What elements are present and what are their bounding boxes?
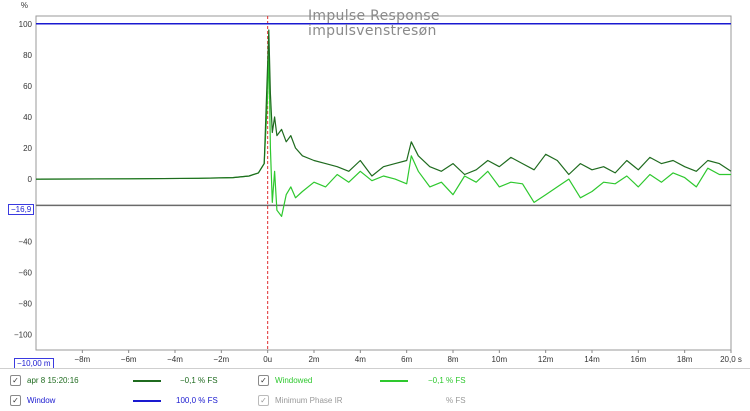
legend-swatch-window: [133, 400, 161, 402]
x-tick-label: −4m: [167, 355, 183, 364]
y-tick-label: −80: [18, 299, 32, 308]
legend-label: apr 8 15:20:16: [27, 375, 79, 385]
legend-panel: ✓ apr 8 15:20:16 −0,1 % FS ✓ Windowed −0…: [0, 368, 750, 411]
y-tick-label: −40: [18, 237, 32, 246]
chart-subtitle: impulsvenstresøn: [308, 23, 437, 39]
x-tick-label: −8m: [74, 355, 90, 364]
checkbox[interactable]: ✓: [258, 374, 269, 386]
x-tick-label: 2m: [308, 355, 319, 364]
x-tick-label: −6m: [121, 355, 137, 364]
x-tick-label: 6m: [401, 355, 412, 364]
x-tick-label: 14m: [584, 355, 600, 364]
cursor-y-readout: −16,9: [8, 204, 35, 215]
legend-value: % FS: [446, 396, 466, 405]
x-tick-label: 20,0 s: [720, 355, 742, 364]
legend-row: ✓ Window 100,0 % FS ✓ Minimum Phase IR %…: [0, 390, 750, 410]
x-tick-label: 18m: [677, 355, 693, 364]
x-tick-label: 16m: [631, 355, 647, 364]
legend-value: −0,1 % FS: [180, 376, 218, 385]
legend-value: −0,1 % FS: [428, 376, 466, 385]
y-tick-label: 0: [28, 175, 33, 184]
x-tick-label: 0u: [263, 355, 272, 364]
x-tick-label: 10m: [492, 355, 508, 364]
plot-frame: [35, 15, 732, 351]
x-tick-label: 8m: [447, 355, 458, 364]
x-tick-label: 12m: [538, 355, 554, 364]
y-tick-label: 80: [23, 51, 32, 60]
y-tick-label: 20: [23, 144, 32, 153]
legend-value: 100,0 % FS: [176, 396, 218, 405]
legend-item-windowed[interactable]: ✓ Windowed: [258, 370, 312, 390]
y-tick-label: 100: [19, 20, 33, 29]
legend-swatch-measurement: [133, 380, 161, 382]
checkbox[interactable]: ✓: [10, 374, 21, 386]
legend-item-minimum-phase[interactable]: ✓ Minimum Phase IR: [258, 390, 343, 410]
axes: [35, 15, 732, 353]
legend-item-measurement[interactable]: ✓ apr 8 15:20:16: [10, 370, 79, 390]
legend-swatch-windowed: [380, 380, 408, 382]
chart-title: Impulse Response: [308, 8, 440, 24]
x-tick-label: −2m: [213, 355, 229, 364]
x-tick-label: 4m: [355, 355, 366, 364]
legend-label: Windowed: [275, 375, 313, 385]
plot-area[interactable]: 100806040200−20−40−60−80−100%−8m−6m−4m−2…: [0, 0, 750, 369]
legend-row: ✓ apr 8 15:20:16 −0,1 % FS ✓ Windowed −0…: [0, 370, 750, 390]
checkbox[interactable]: ✓: [10, 394, 21, 406]
y-tick-label: −100: [14, 330, 33, 339]
y-tick-label: 60: [23, 82, 32, 91]
y-axis-unit: %: [21, 1, 28, 10]
legend-label: Window: [27, 395, 56, 405]
y-tick-label: 40: [23, 113, 32, 122]
y-tick-label: −60: [18, 268, 32, 277]
checkbox[interactable]: ✓: [258, 394, 269, 406]
legend-label: Minimum Phase IR: [275, 395, 343, 405]
impulse-response-chart[interactable]: 100806040200−20−40−60−80−100%−8m−6m−4m−2…: [0, 0, 750, 368]
legend-item-window[interactable]: ✓ Window: [10, 390, 55, 410]
